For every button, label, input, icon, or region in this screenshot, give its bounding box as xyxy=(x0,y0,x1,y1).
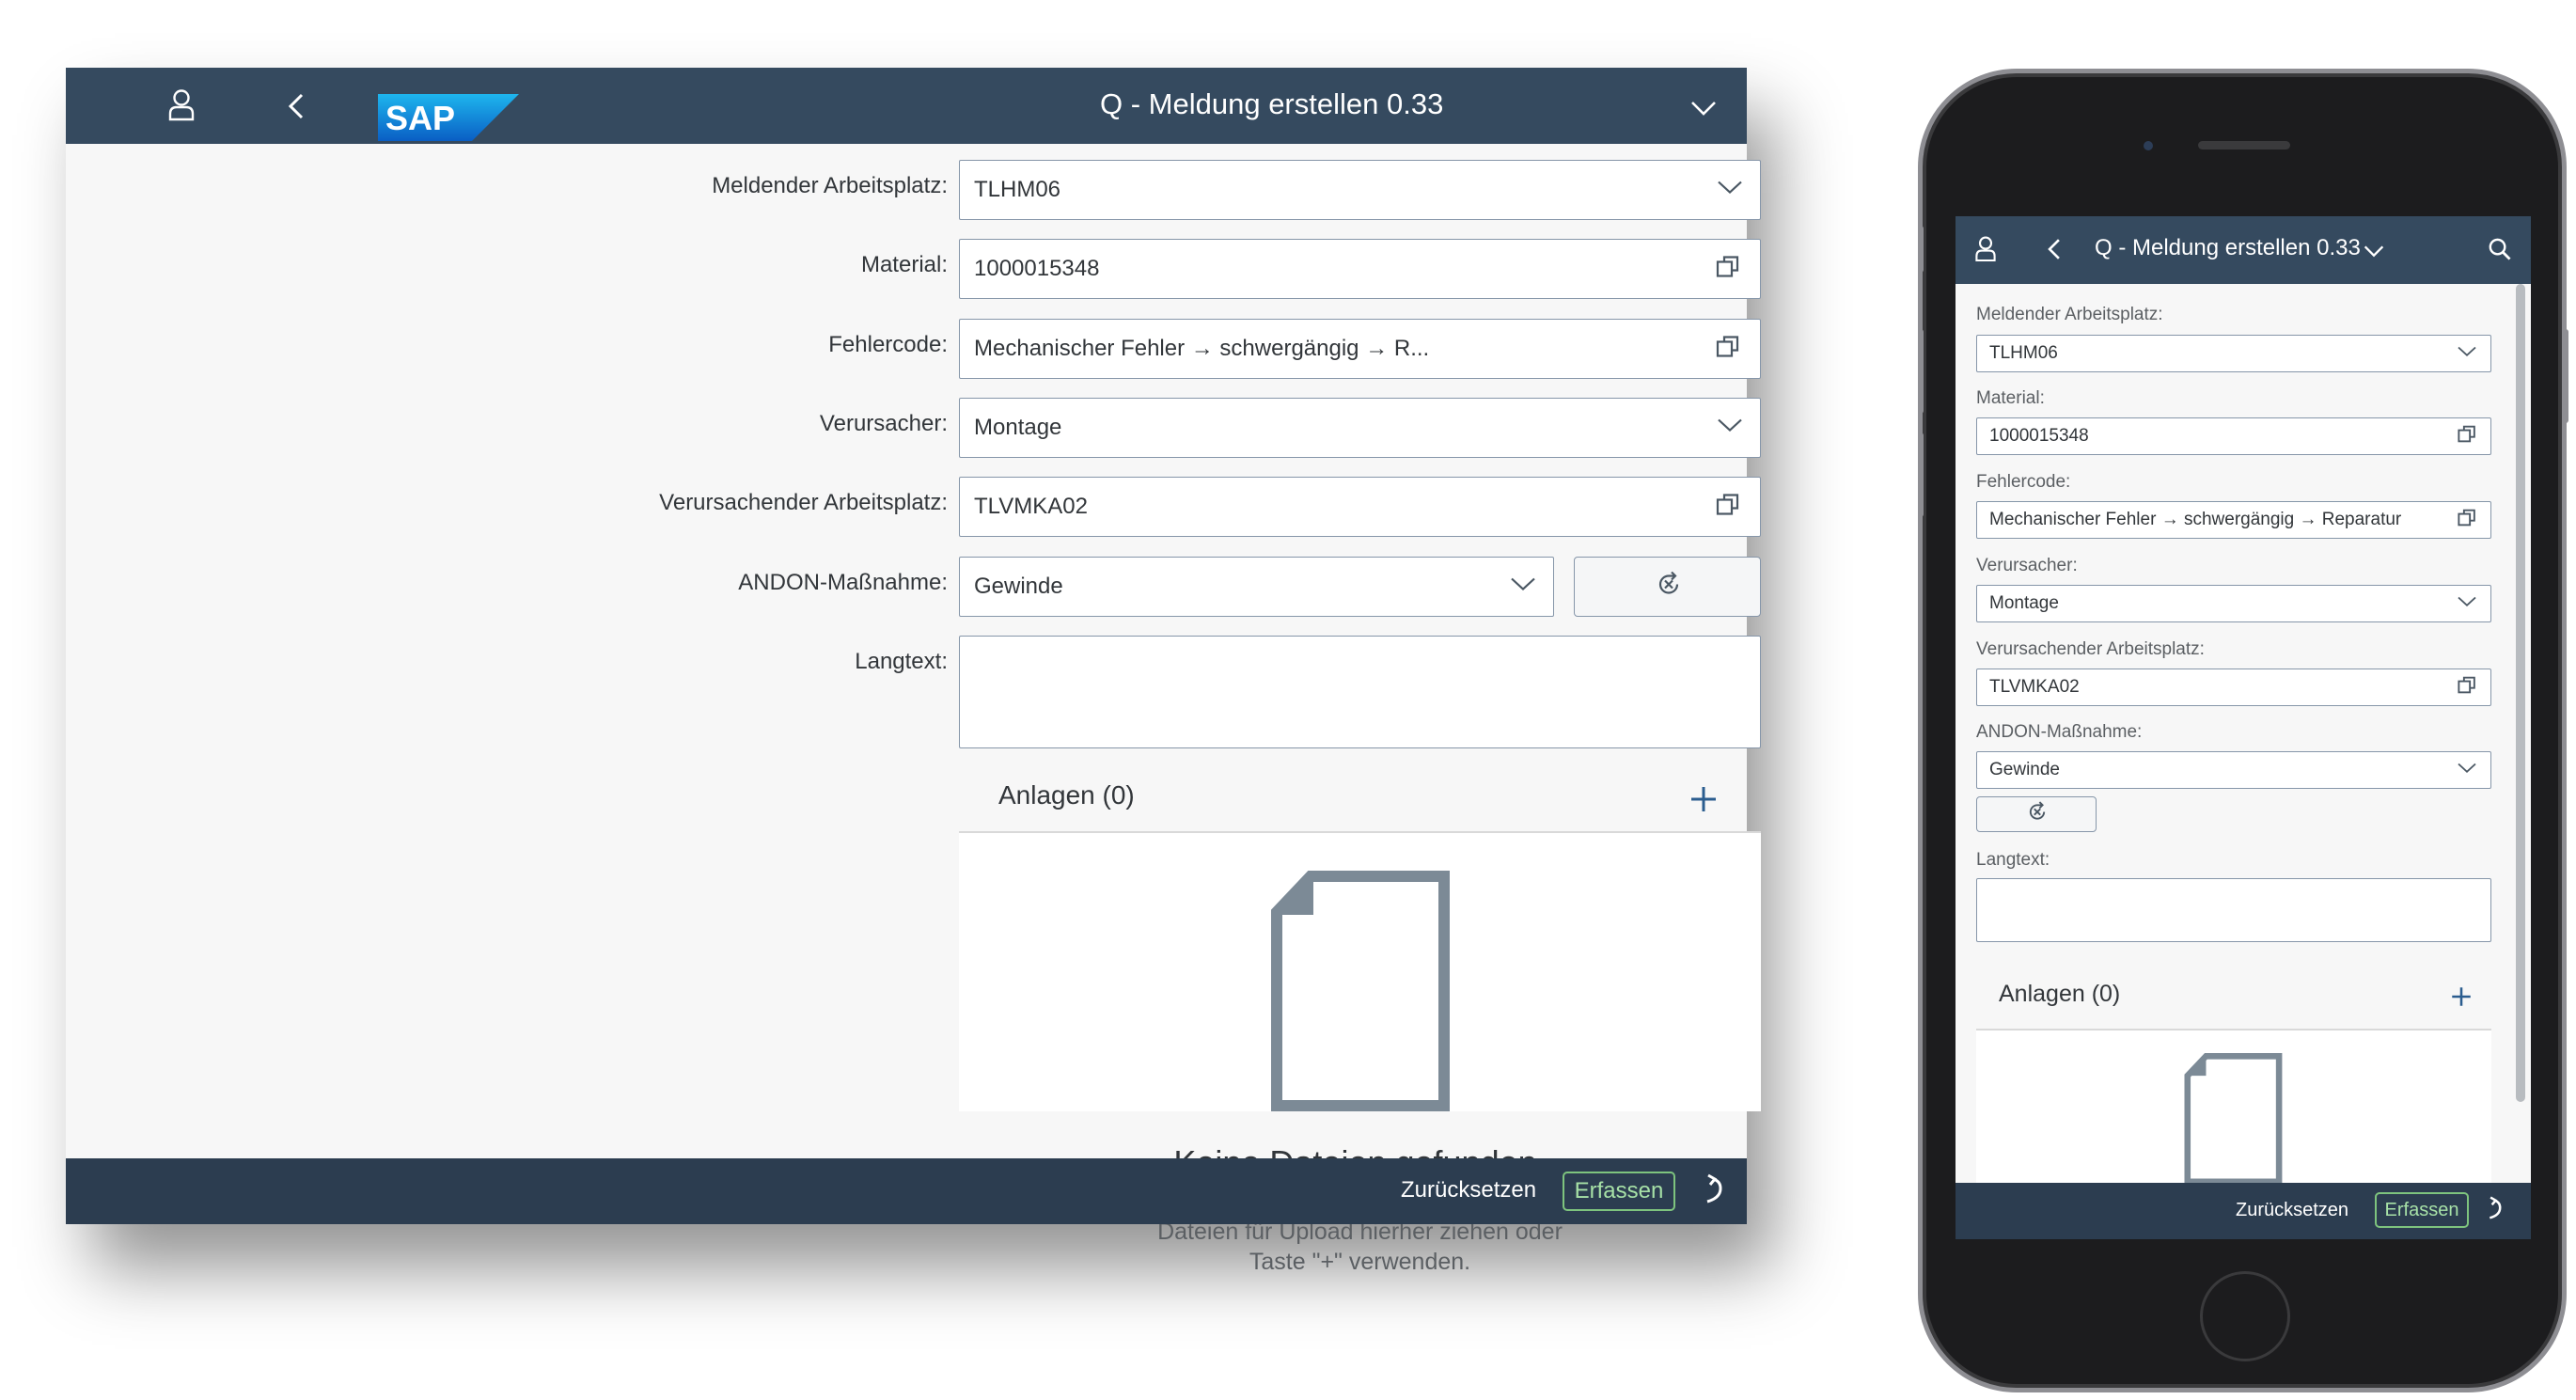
error-code-value: Mechanischer Fehler → schwergängig → Rep… xyxy=(1989,510,2402,529)
phone-volume-up xyxy=(1918,329,1924,414)
label-long-text: Langtext: xyxy=(1976,850,2050,870)
long-text-textarea[interactable] xyxy=(1976,878,2491,942)
reporting-workplace-select[interactable]: TLHM06 xyxy=(1976,335,2491,372)
title-chevron-down-icon[interactable] xyxy=(2364,244,2384,262)
material-input[interactable]: 1000015348 xyxy=(1976,417,2491,455)
search-icon[interactable] xyxy=(2488,237,2512,266)
value-help-icon[interactable] xyxy=(1715,492,1741,523)
value-help-icon[interactable] xyxy=(2457,424,2477,449)
submit-button[interactable]: Erfassen xyxy=(2375,1192,2469,1228)
phone-power-button xyxy=(2563,329,2568,423)
document-icon xyxy=(2183,1053,2285,1189)
causing-workplace-input[interactable]: TLVMKA02 xyxy=(1976,669,2491,706)
label-error-code: Fehlercode: xyxy=(828,332,948,357)
label-long-text: Langtext: xyxy=(855,649,948,674)
chevron-down-icon[interactable] xyxy=(2457,762,2477,779)
causer-select[interactable]: Montage xyxy=(1976,585,2491,622)
attachments-empty-area[interactable] xyxy=(1976,1030,2491,1185)
back-icon[interactable] xyxy=(2046,237,2063,266)
empty-hint-line2: Taste "+" verwenden. xyxy=(1249,1249,1471,1275)
add-icon[interactable] xyxy=(2450,985,2473,1013)
label-andon-measure: ANDON-Maßnahme: xyxy=(1976,722,2143,742)
chevron-down-icon[interactable] xyxy=(2457,345,2477,362)
material-input[interactable]: 1000015348 xyxy=(959,239,1761,299)
causer-value: Montage xyxy=(1989,593,2059,613)
andon-measure-select[interactable]: Gewinde xyxy=(1976,751,2491,789)
reporting-workplace-select[interactable]: TLHM06 xyxy=(959,160,1761,220)
attachments-title: Anlagen (0) xyxy=(1999,981,2121,1007)
label-causer: Verursacher: xyxy=(819,411,948,436)
phone-screen: Q - Meldung erstellen 0.33 Meldender Arb… xyxy=(1956,216,2531,1239)
label-reporting-workplace: Meldender Arbeitsplatz: xyxy=(712,173,948,198)
desktop-window: SAP Q - Meldung erstellen 0.33 Meldender… xyxy=(66,68,1761,1275)
user-icon[interactable] xyxy=(1974,235,1997,268)
chevron-down-icon[interactable] xyxy=(1717,181,1743,200)
clear-icon xyxy=(1655,571,1683,604)
label-causing-workplace: Verursachender Arbeitsplatz: xyxy=(659,490,948,515)
chevron-down-icon[interactable] xyxy=(1717,418,1743,438)
long-text-textarea[interactable] xyxy=(959,636,1761,748)
andon-clear-button[interactable] xyxy=(1976,796,2097,832)
andon-measure-select[interactable]: Gewinde xyxy=(959,557,1554,617)
attachments-title: Anlagen (0) xyxy=(998,780,1135,810)
value-help-icon[interactable] xyxy=(2457,675,2477,700)
app-title[interactable]: Q - Meldung erstellen 0.33 xyxy=(1100,87,1443,121)
value-help-icon[interactable] xyxy=(1715,254,1741,285)
label-causer: Verursacher: xyxy=(1976,556,2078,575)
causing-workplace-input[interactable]: TLVMKA02 xyxy=(959,477,1761,537)
attachments-toolbar: Anlagen (0) xyxy=(959,765,1761,831)
label-causing-workplace: Verursachender Arbeitsplatz: xyxy=(1976,639,2205,659)
causing-workplace-value: TLVMKA02 xyxy=(974,494,1088,519)
label-andon-measure: ANDON-Maßnahme: xyxy=(738,570,948,595)
label-material: Material: xyxy=(1976,388,2045,408)
andon-measure-value: Gewinde xyxy=(974,574,1063,599)
material-value: 1000015348 xyxy=(1989,426,2089,446)
error-code-input[interactable]: Mechanischer Fehler → schwergängig → R..… xyxy=(959,319,1761,379)
label-error-code: Fehlercode: xyxy=(1976,472,2071,492)
phone-volume-down xyxy=(1918,433,1924,517)
chevron-down-icon[interactable] xyxy=(1510,577,1536,597)
andon-measure-value: Gewinde xyxy=(1989,760,2060,779)
reporting-workplace-value: TLHM06 xyxy=(1989,343,2058,363)
material-value: 1000015348 xyxy=(974,256,1100,281)
reset-button[interactable]: Zurücksetzen xyxy=(2236,1200,2348,1221)
label-reporting-workplace: Meldender Arbeitsplatz: xyxy=(1976,305,2163,324)
phone-footer-toolbar: Zurücksetzen Erfassen xyxy=(1956,1183,2531,1239)
attachments-empty-area[interactable]: Keine Dateien gefunden. Dateien für Uplo… xyxy=(959,833,1761,1275)
phone-speaker xyxy=(2198,141,2290,149)
app-title[interactable]: Q - Meldung erstellen 0.33 xyxy=(2095,235,2361,261)
phone-side-button xyxy=(1918,226,1924,273)
andon-clear-button[interactable] xyxy=(1574,557,1761,617)
footer-toolbar: Zurücksetzen Erfassen xyxy=(66,1158,1747,1224)
error-code-input[interactable]: Mechanischer Fehler → schwergängig → Rep… xyxy=(1976,501,2491,539)
clear-icon xyxy=(2026,801,2049,828)
form-labels: Meldender Arbeitsplatz: Material: Fehler… xyxy=(66,68,948,1102)
reporting-workplace-value: TLHM06 xyxy=(974,177,1061,202)
phone-scrollbar[interactable] xyxy=(2516,284,2525,1102)
refresh-icon[interactable] xyxy=(2484,1196,2505,1227)
value-help-icon[interactable] xyxy=(1715,334,1741,365)
label-material: Material: xyxy=(860,252,948,277)
title-chevron-down-icon[interactable] xyxy=(1690,100,1717,121)
error-code-value: Mechanischer Fehler → schwergängig → R..… xyxy=(974,336,1430,361)
refresh-icon[interactable] xyxy=(1700,1173,1726,1212)
value-help-icon[interactable] xyxy=(2457,508,2477,533)
causer-value: Montage xyxy=(974,415,1062,440)
submit-button[interactable]: Erfassen xyxy=(1563,1172,1675,1211)
phone-home-button[interactable] xyxy=(2200,1271,2290,1361)
add-icon[interactable] xyxy=(1689,784,1719,819)
document-icon xyxy=(1269,871,1453,1116)
phone-camera xyxy=(2144,141,2153,150)
causing-workplace-value: TLVMKA02 xyxy=(1989,677,2080,697)
reset-button[interactable]: Zurücksetzen xyxy=(1401,1177,1536,1203)
chevron-down-icon[interactable] xyxy=(2457,595,2477,612)
phone-shell-header: Q - Meldung erstellen 0.33 xyxy=(1956,216,2531,284)
causer-select[interactable]: Montage xyxy=(959,398,1761,458)
